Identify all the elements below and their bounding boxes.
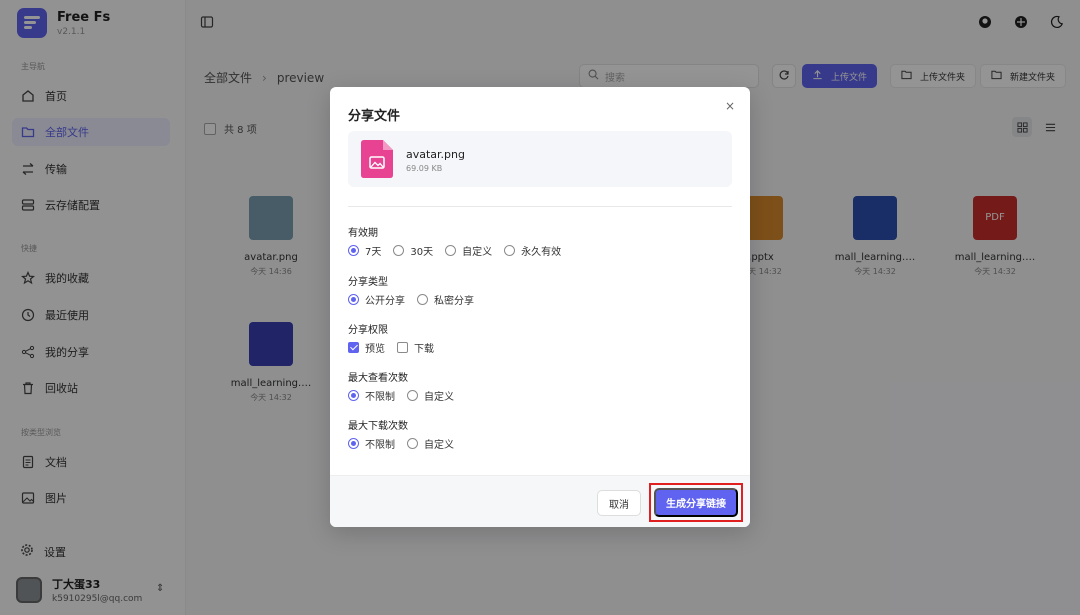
option-label: 自定义 [462, 247, 493, 258]
radio-button[interactable] [407, 438, 418, 449]
shared-file-name: avatar.png [406, 148, 465, 161]
max-downloads-options: 不限制 自定义 [348, 436, 466, 451]
share-type-private[interactable]: 私密分享 [417, 292, 474, 307]
dialog-title: 分享文件 [348, 109, 401, 124]
radio-button[interactable] [348, 294, 359, 305]
option-label: 不限制 [365, 440, 395, 451]
option-label: 自定义 [424, 440, 454, 451]
generate-share-link-button[interactable]: 生成分享链接 [654, 488, 738, 517]
share-type-options: 公开分享 私密分享 [348, 292, 486, 307]
option-label: 公开分享 [365, 296, 405, 307]
validity-label: 有效期 [348, 228, 378, 239]
permissions-label: 分享权限 [348, 325, 388, 336]
radio-button[interactable] [445, 245, 457, 256]
close-icon[interactable]: × [722, 98, 738, 114]
validity-options: 7天 30天 自定义 永久有效 [348, 243, 573, 258]
permission-download[interactable]: 下载 [397, 340, 434, 355]
option-label: 私密分享 [434, 296, 474, 307]
shared-file-size: 69.09 KB [406, 164, 443, 173]
permission-preview[interactable]: 预览 [348, 340, 385, 355]
validity-option-7days[interactable]: 7天 [348, 243, 381, 258]
dialog-footer: 取消 生成分享链接 [330, 475, 750, 527]
max-downloads-custom[interactable]: 自定义 [407, 436, 454, 451]
option-label: 预览 [365, 344, 385, 355]
radio-button[interactable] [504, 245, 516, 256]
radio-button[interactable] [348, 245, 359, 256]
validity-option-permanent[interactable]: 永久有效 [504, 243, 561, 258]
option-label: 7天 [365, 247, 382, 258]
checkbox[interactable] [397, 342, 408, 353]
image-file-icon [361, 140, 393, 181]
option-label: 下载 [414, 344, 434, 355]
share-type-label: 分享类型 [348, 277, 388, 288]
radio-button[interactable] [417, 294, 428, 305]
validity-option-30days[interactable]: 30天 [393, 243, 433, 258]
max-downloads-unlimited[interactable]: 不限制 [348, 436, 395, 451]
option-label: 30天 [410, 247, 434, 258]
share-dialog: 分享文件 × avatar.png 69.09 KB 有效期 7天 30天 自定… [330, 87, 750, 527]
option-label: 自定义 [424, 392, 454, 403]
max-downloads-label: 最大下载次数 [348, 421, 408, 432]
checkbox[interactable] [348, 342, 359, 353]
highlight-box: 生成分享链接 [649, 483, 743, 522]
option-label: 不限制 [365, 392, 395, 403]
radio-button[interactable] [393, 245, 405, 256]
radio-button[interactable] [407, 390, 418, 401]
max-views-custom[interactable]: 自定义 [407, 388, 454, 403]
permission-options: 预览 下载 [348, 340, 446, 355]
shared-file-card: avatar.png 69.09 KB [348, 131, 732, 187]
share-type-public[interactable]: 公开分享 [348, 292, 405, 307]
divider [348, 206, 732, 207]
max-views-label: 最大查看次数 [348, 373, 408, 384]
cancel-button[interactable]: 取消 [597, 490, 641, 516]
max-views-unlimited[interactable]: 不限制 [348, 388, 395, 403]
radio-button[interactable] [348, 438, 359, 449]
max-views-options: 不限制 自定义 [348, 388, 466, 403]
radio-button[interactable] [348, 390, 359, 401]
option-label: 永久有效 [521, 247, 562, 258]
validity-option-custom[interactable]: 自定义 [445, 243, 492, 258]
